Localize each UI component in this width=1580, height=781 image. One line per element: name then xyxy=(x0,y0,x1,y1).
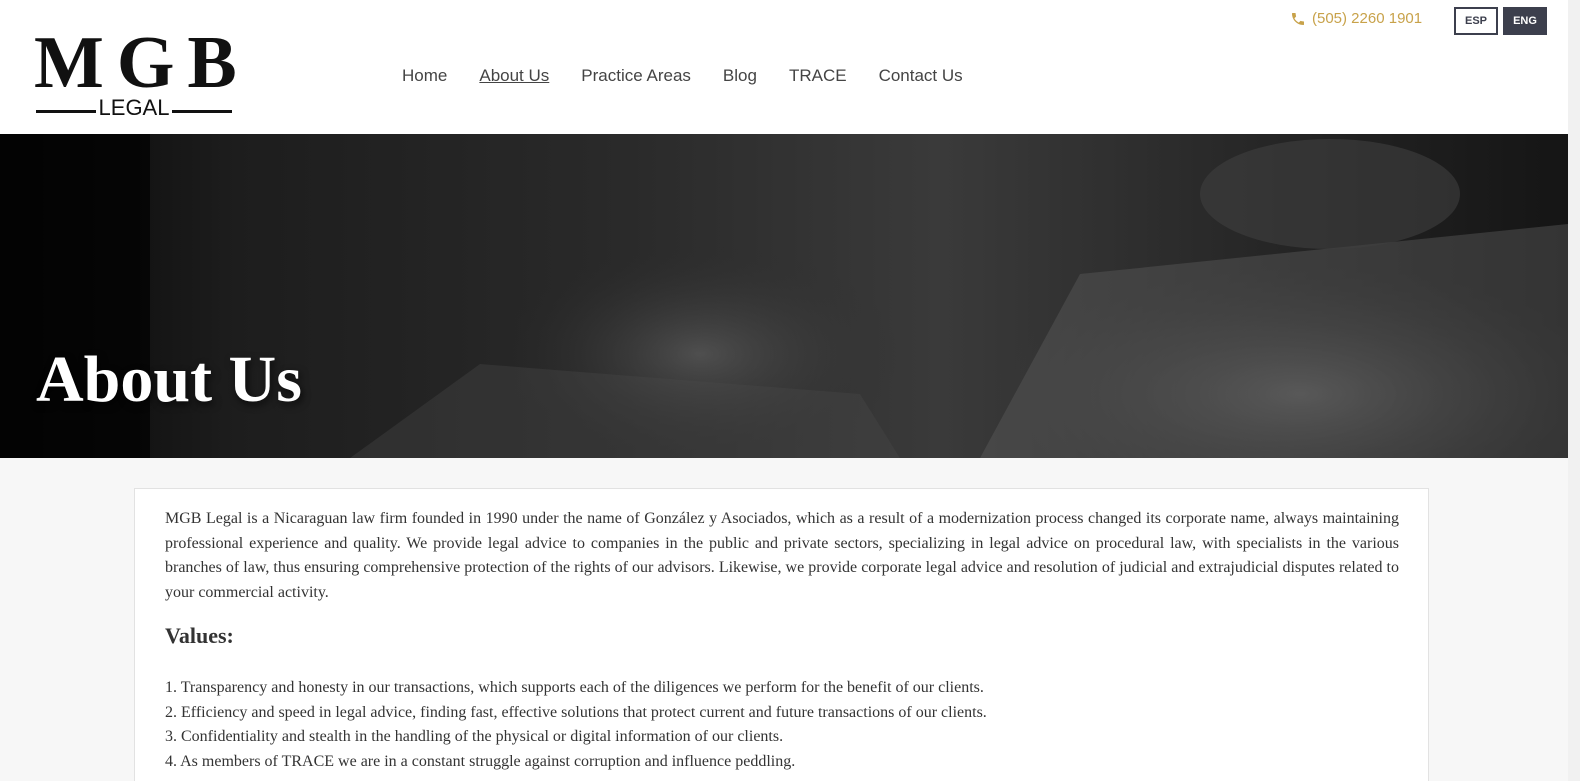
nav-trace[interactable]: TRACE xyxy=(789,66,847,86)
phone-link[interactable]: (505) 2260 1901 xyxy=(1290,10,1422,27)
nav-about-us[interactable]: About Us xyxy=(479,66,549,86)
logo-divider-right xyxy=(172,110,232,113)
list-item: 3. Confidentiality and stealth in the ha… xyxy=(165,728,784,746)
lang-esp-button[interactable]: ESP xyxy=(1454,7,1498,35)
nav-blog[interactable]: Blog xyxy=(723,66,757,86)
list-item: 2. Efficiency and speed in legal advice,… xyxy=(165,703,987,721)
intro-paragraph: MGB Legal is a Nicaraguan law firm found… xyxy=(165,510,1399,602)
nav-home[interactable]: Home xyxy=(402,66,447,86)
site-header: MGB LEGAL Home About Us Practice Areas B… xyxy=(0,0,1580,134)
phone-icon xyxy=(1292,12,1304,25)
phone-number: (505) 2260 1901 xyxy=(1312,10,1423,27)
page-scrollbar[interactable] xyxy=(1568,0,1580,781)
values-list: 1. Transparency and honesty in our trans… xyxy=(165,676,987,774)
logo-text: MGB xyxy=(34,22,250,104)
logo[interactable]: MGB LEGAL xyxy=(34,22,250,120)
hero-banner: About Us xyxy=(0,134,1568,458)
page-title: About Us xyxy=(36,343,302,416)
main-nav: Home About Us Practice Areas Blog TRACE … xyxy=(402,66,995,86)
logo-subtext: LEGAL xyxy=(98,95,170,120)
nav-contact-us[interactable]: Contact Us xyxy=(879,66,963,86)
list-item: 1. Transparency and honesty in our trans… xyxy=(165,679,984,696)
content-card: MGB Legal is a Nicaraguan law firm found… xyxy=(134,488,1429,781)
nav-practice-areas[interactable]: Practice Areas xyxy=(581,66,691,86)
values-heading: Values: xyxy=(165,623,234,648)
list-item: 4. As members of TRACE we are in a const… xyxy=(165,752,796,770)
logo-divider-left xyxy=(36,110,96,113)
lang-eng-button[interactable]: ENG xyxy=(1503,7,1547,35)
